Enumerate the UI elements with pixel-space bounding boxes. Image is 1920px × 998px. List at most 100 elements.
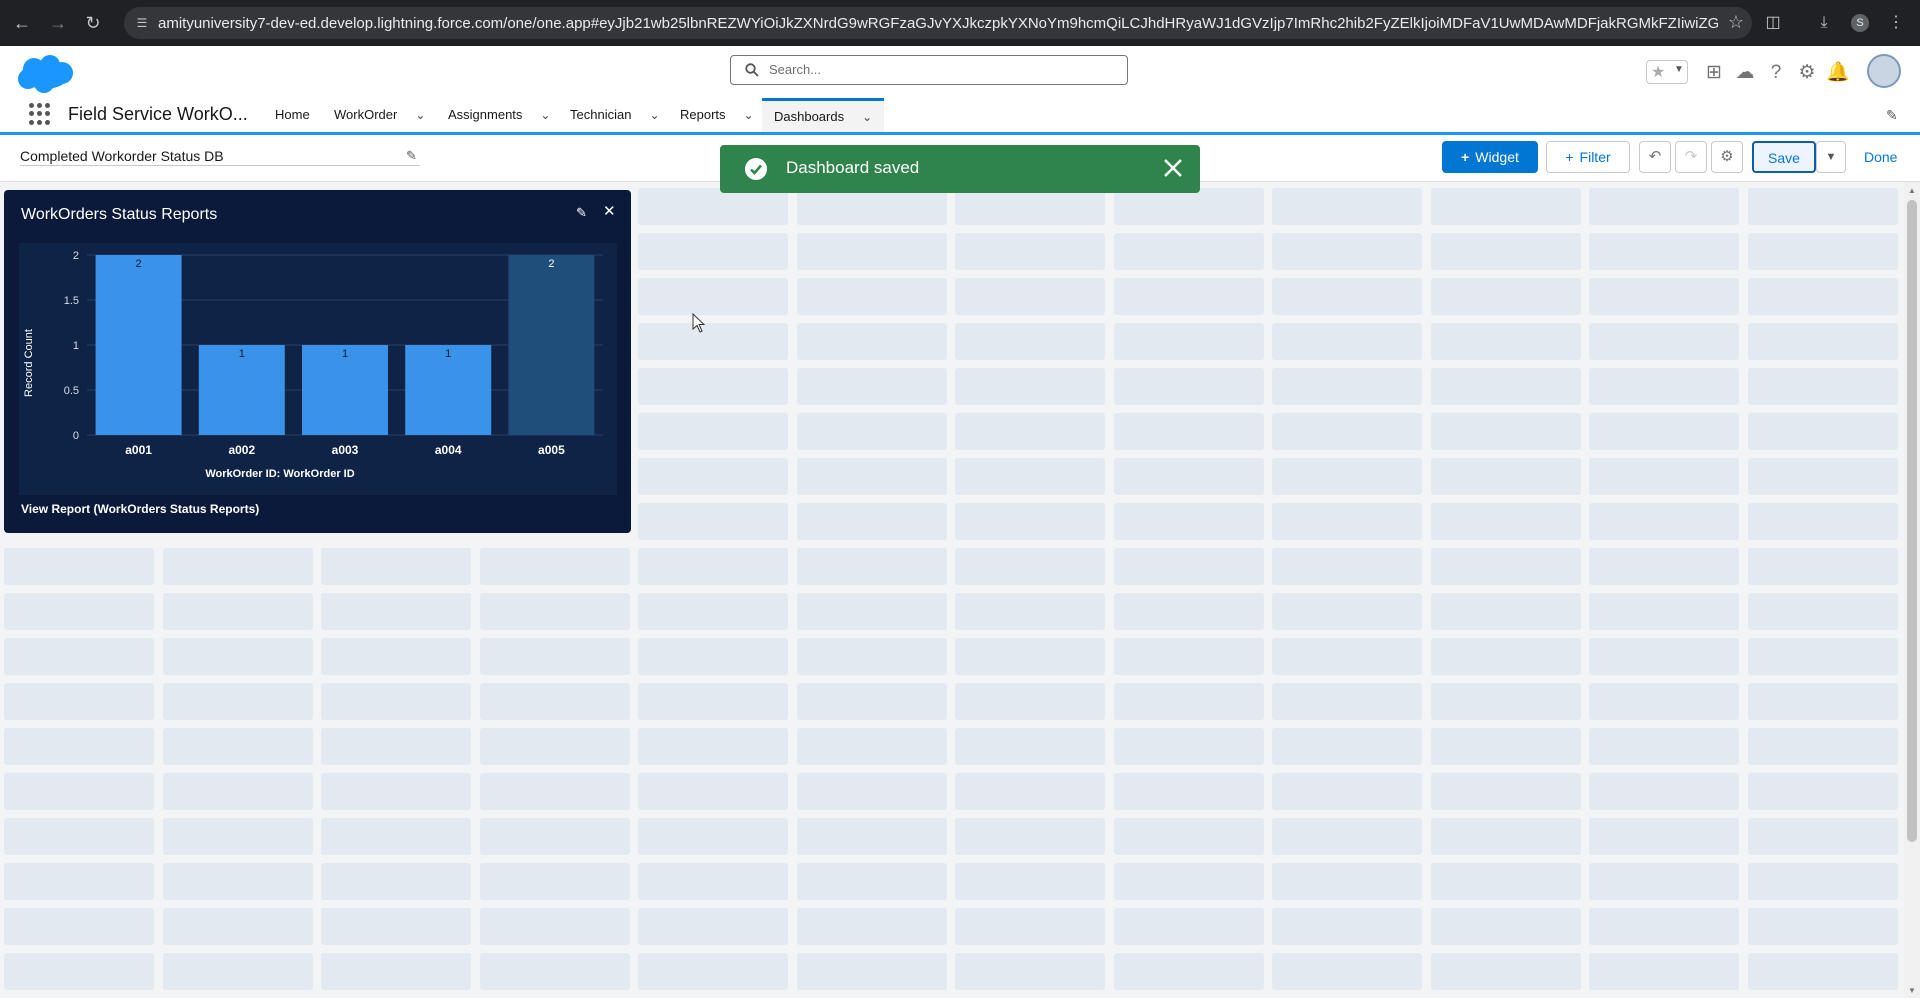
grid-cell [638, 593, 788, 630]
nav-label: WorkOrder [334, 107, 398, 122]
grid-cell [1430, 278, 1581, 315]
grid-cell [1272, 368, 1422, 405]
bookmark-star-icon[interactable]: ☆ [1728, 12, 1744, 33]
scrollbar-thumb[interactable] [1907, 200, 1917, 842]
widget-title: WorkOrders Status Reports [21, 206, 218, 223]
close-icon[interactable] [1160, 155, 1186, 181]
chart-bar[interactable] [508, 255, 595, 435]
trailhead-icon[interactable]: ☁ [1733, 62, 1757, 84]
grid-cell [1589, 413, 1739, 450]
nav-label: Assignments [448, 107, 523, 122]
profile-avatar[interactable]: S [1851, 14, 1869, 32]
nav-item-workorder[interactable]: WorkOrder ⌄ [334, 98, 425, 132]
grid-cell [1113, 863, 1264, 900]
grid-cell [638, 188, 788, 225]
save-menu-button[interactable]: ▼ [1816, 141, 1846, 173]
grid-cell [1113, 278, 1264, 315]
grid-cell [1589, 233, 1739, 270]
global-actions-icon[interactable]: ⊞ [1702, 62, 1726, 84]
chevron-down-icon[interactable]: ⌄ [744, 98, 754, 132]
remove-widget-close-icon[interactable]: ✕ [603, 202, 616, 220]
forward-icon[interactable]: → [48, 13, 68, 33]
done-button[interactable]: Done [1864, 149, 1897, 165]
grid-cell [162, 863, 313, 900]
grid-cell [162, 548, 313, 585]
grid-cell [4, 773, 154, 810]
chart-area: 0 0.5 1 1.5 2 2 a001 1 a002 1 a003 1 a004 2 a005 Recor… [19, 243, 617, 495]
grid-cell [162, 818, 313, 855]
grid-cell [479, 818, 630, 855]
reload-icon[interactable]: ↻ [83, 13, 103, 33]
grid-cell [1430, 188, 1581, 225]
grid-cell [955, 503, 1105, 540]
global-search[interactable] [730, 55, 1128, 85]
nav-item-dashboards[interactable]: Dashboards ⌄ [762, 98, 885, 133]
grid-cell [955, 323, 1105, 360]
scroll-up-arrow-icon[interactable]: ▲ [1904, 184, 1920, 198]
chevron-down-icon[interactable]: ▼ [1674, 64, 1684, 75]
app-launcher-icon[interactable] [29, 103, 51, 125]
grid-cell [955, 953, 1105, 990]
title-underline [20, 165, 420, 166]
chart-widget[interactable]: WorkOrders Status Reports ✎ ✕ 0 0.5 1 1.5 2 2… [4, 190, 631, 533]
undo-button[interactable]: ↶ [1639, 141, 1671, 173]
extensions-icon[interactable]: ◫ [1762, 13, 1784, 33]
grid-cell [1747, 773, 1898, 810]
download-icon[interactable]: ⤓ [1813, 13, 1835, 33]
chevron-down-icon[interactable]: ⌄ [415, 98, 425, 132]
user-avatar[interactable] [1867, 54, 1901, 88]
url-text[interactable]: amityuniversity7-dev-ed.develop.lightnin… [158, 15, 1718, 32]
grid-cell [321, 683, 471, 720]
favorites-button[interactable]: ★ ▼ [1646, 60, 1688, 84]
site-info-icon[interactable]: ☰ [134, 15, 150, 31]
grid-cell [1113, 233, 1264, 270]
nav-item-reports[interactable]: Reports ⌄ [680, 98, 754, 132]
nav-item-assignments[interactable]: Assignments ⌄ [448, 98, 550, 132]
grid-cell [479, 593, 630, 630]
plus-icon: + [1565, 149, 1574, 165]
redo-button[interactable]: ↷ [1675, 141, 1707, 173]
nav-item-home[interactable]: Home [275, 98, 310, 132]
grid-cell [4, 863, 154, 900]
nav-label: Dashboards [774, 109, 845, 124]
grid-cell [1747, 908, 1898, 945]
star-icon[interactable]: ★ [1651, 62, 1665, 82]
edit-widget-pencil-icon[interactable]: ✎ [576, 205, 587, 221]
back-icon[interactable]: ← [12, 13, 32, 33]
grid-cell [638, 503, 788, 540]
toast-message: Dashboard saved [786, 158, 920, 177]
grid-cell [321, 638, 471, 675]
add-filter-button[interactable]: + Filter [1546, 141, 1630, 173]
notifications-bell-icon[interactable]: 🔔 [1826, 62, 1850, 84]
grid-cell [638, 908, 788, 945]
chevron-down-icon[interactable]: ⌄ [862, 102, 872, 133]
bar-data-label: 1 [342, 348, 348, 360]
grid-cell [1113, 773, 1264, 810]
chevron-down-icon[interactable]: ⌄ [540, 98, 550, 132]
properties-button[interactable]: ⚙ [1711, 141, 1743, 173]
nav-item-technician[interactable]: Technician ⌄ [570, 98, 660, 132]
grid-cell [1272, 503, 1422, 540]
scroll-down-arrow-icon[interactable]: ▼ [1904, 984, 1920, 998]
x-tick-label: a004 [435, 443, 462, 457]
grid-cell [955, 413, 1105, 450]
grid-cell [1589, 278, 1739, 315]
salesforce-logo[interactable] [14, 53, 76, 95]
grid-cell [1589, 593, 1739, 630]
browser-menu-icon[interactable]: ⋮ [1885, 13, 1907, 33]
edit-nav-pencil-icon[interactable]: ✎ [1886, 107, 1898, 124]
address-bar[interactable]: ☰ amityuniversity7-dev-ed.develop.lightn… [124, 7, 1752, 39]
grid-cell [1113, 323, 1264, 360]
chart-bar[interactable] [95, 255, 182, 435]
setup-gear-icon[interactable]: ⚙ [1795, 62, 1819, 84]
search-input[interactable] [767, 61, 1111, 78]
add-widget-button[interactable]: + Widget [1442, 141, 1538, 173]
grid-cell [479, 953, 630, 990]
view-report-link[interactable]: View Report (WorkOrders Status Reports) [21, 502, 259, 516]
grid-cell [1747, 323, 1898, 360]
edit-title-pencil-icon[interactable]: ✎ [406, 148, 417, 164]
save-button[interactable]: Save [1752, 141, 1816, 173]
dashboard-title[interactable]: Completed Workorder Status DB [20, 148, 224, 164]
help-icon[interactable]: ? [1764, 62, 1788, 84]
chevron-down-icon[interactable]: ⌄ [649, 98, 659, 132]
